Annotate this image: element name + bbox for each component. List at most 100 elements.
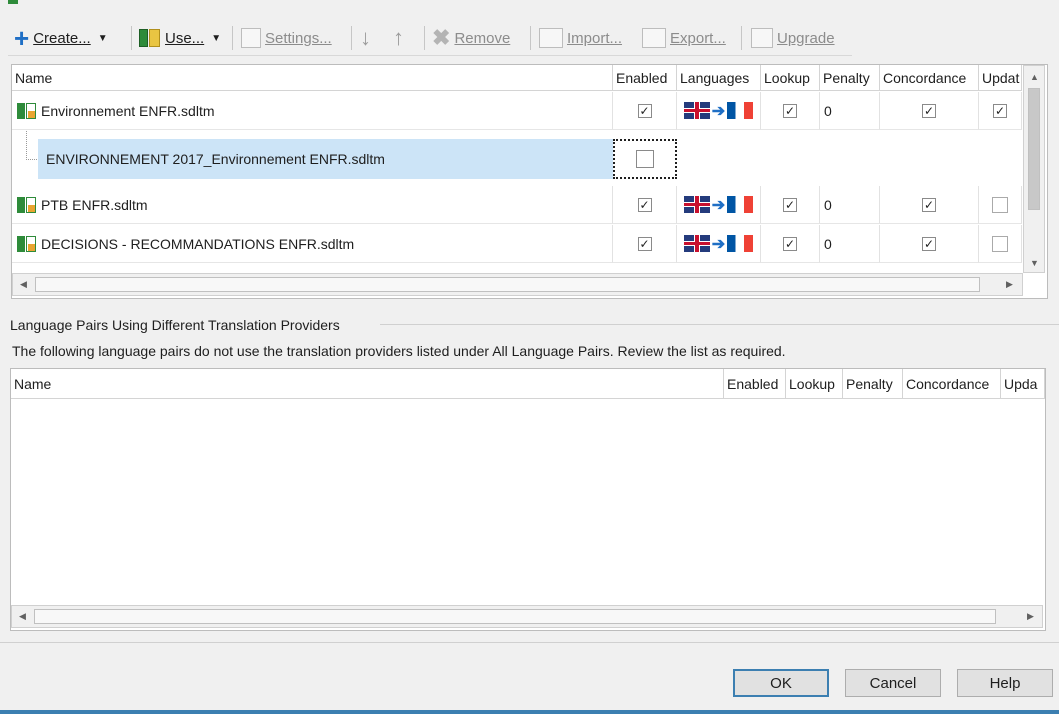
arrow-down-icon: ↓: [360, 25, 371, 50]
language-pair: ➔: [677, 225, 761, 263]
upgrade-label: Upgrade: [777, 29, 835, 47]
table-row[interactable]: PTB ENFR.sdltm ✓ ➔ ✓ 0 ✓: [12, 186, 1022, 224]
column-header-penalty[interactable]: Penalty: [820, 65, 880, 91]
enabled-checkbox[interactable]: ✓: [637, 103, 652, 118]
column-header-name[interactable]: Name: [11, 369, 724, 399]
move-down-button[interactable]: ↓: [360, 20, 371, 56]
chevron-down-icon[interactable]: ▼: [211, 33, 221, 44]
selected-row-highlight: ENVIRONNEMENT 2017_Environnement ENFR.sd…: [38, 139, 613, 179]
create-button[interactable]: + Create... ▼: [14, 20, 108, 56]
table-row[interactable]: ENVIRONNEMENT 2017_Environnement ENFR.sd…: [12, 131, 1022, 185]
remove-button[interactable]: ✖ Remove: [432, 20, 510, 56]
language-pair: ➔: [677, 92, 761, 130]
scroll-right-icon[interactable]: ▶: [1022, 608, 1039, 625]
scrollbar-thumb[interactable]: [35, 277, 980, 292]
penalty-value[interactable]: 0: [820, 186, 880, 224]
concordance-checkbox[interactable]: ✓: [922, 236, 936, 251]
translation-providers-grid: Name Enabled Languages Lookup Penalty Co…: [11, 64, 1048, 299]
toolbar: + Create... ▼ Use... ▼ Settings... ↓ ↑ ✖…: [0, 20, 852, 56]
column-header-penalty[interactable]: Penalty: [843, 369, 903, 399]
column-header-update[interactable]: Upda: [1001, 369, 1045, 399]
enabled-cell-focused[interactable]: [613, 139, 677, 179]
export-button[interactable]: Export...: [642, 20, 726, 56]
window-bottom-border: [0, 710, 1059, 714]
close-icon: ✖: [432, 25, 451, 50]
app-icon-fragment: [8, 0, 18, 4]
section-rule: [380, 324, 1059, 325]
remove-label: Remove: [454, 29, 511, 47]
arrow-right-icon: ➔: [711, 196, 726, 214]
scrollbar-thumb[interactable]: [34, 609, 996, 624]
penalty-value[interactable]: 0: [820, 92, 880, 130]
settings-label: Settings...: [265, 29, 332, 47]
settings-button[interactable]: Settings...: [241, 20, 332, 56]
update-checkbox[interactable]: [992, 196, 1008, 213]
settings-icon: [241, 28, 261, 48]
update-checkbox[interactable]: [992, 235, 1008, 252]
column-header-lookup[interactable]: Lookup: [786, 369, 843, 399]
cancel-button[interactable]: Cancel: [845, 669, 941, 697]
lookup-checkbox[interactable]: ✓: [783, 197, 797, 212]
section-title: Language Pairs Using Different Translati…: [10, 317, 344, 333]
uk-flag-icon: [683, 196, 710, 213]
section-description: The following language pairs do not use …: [12, 343, 786, 359]
upgrade-icon: [751, 28, 773, 48]
move-up-button[interactable]: ↑: [393, 20, 404, 56]
lookup-checkbox[interactable]: ✓: [783, 236, 797, 251]
arrow-up-icon: ↑: [393, 25, 404, 50]
fr-flag-icon: [727, 235, 754, 252]
concordance-checkbox[interactable]: ✓: [922, 197, 936, 212]
column-header-languages[interactable]: Languages: [677, 65, 761, 91]
export-label: Export...: [670, 29, 726, 47]
import-button[interactable]: Import...: [539, 20, 622, 56]
scroll-up-icon[interactable]: ▲: [1026, 68, 1043, 85]
chevron-down-icon[interactable]: ▼: [98, 33, 108, 44]
scroll-left-icon[interactable]: ◀: [15, 276, 32, 293]
column-header-lookup[interactable]: Lookup: [761, 65, 820, 91]
enabled-checkbox[interactable]: ✓: [637, 236, 652, 251]
column-header-concordance[interactable]: Concordance: [903, 369, 1001, 399]
tm-name: PTB ENFR.sdltm: [41, 196, 148, 213]
table-row[interactable]: Environnement ENFR.sdltm ✓ ➔ ✓ 0 ✓ ✓: [12, 92, 1022, 130]
penalty-value[interactable]: 0: [820, 225, 880, 263]
help-button[interactable]: Help: [957, 669, 1053, 697]
use-label: Use...: [165, 29, 205, 47]
enabled-checkbox[interactable]: [636, 150, 654, 168]
language-pair: ➔: [677, 186, 761, 224]
translation-memory-icon: [139, 27, 161, 49]
update-checkbox[interactable]: ✓: [993, 103, 1007, 118]
translation-memory-icon: [17, 102, 37, 120]
scroll-left-icon[interactable]: ◀: [14, 608, 31, 625]
table-row[interactable]: DECISIONS - RECOMMANDATIONS ENFR.sdltm ✓…: [12, 225, 1022, 263]
use-button[interactable]: Use... ▼: [139, 20, 221, 56]
column-header-update[interactable]: Updat: [979, 65, 1022, 91]
tm-name: ENVIRONNEMENT 2017_Environnement ENFR.sd…: [46, 151, 385, 167]
plus-icon: +: [14, 23, 30, 53]
horizontal-scrollbar[interactable]: ◀ ▶: [11, 605, 1043, 628]
horizontal-scrollbar[interactable]: ◀ ▶: [12, 273, 1023, 296]
column-header-enabled[interactable]: Enabled: [724, 369, 786, 399]
fr-flag-icon: [727, 196, 754, 213]
export-icon: [642, 28, 666, 48]
scroll-right-icon[interactable]: ▶: [1001, 276, 1018, 293]
scroll-down-icon[interactable]: ▼: [1026, 254, 1043, 271]
concordance-checkbox[interactable]: ✓: [922, 103, 936, 118]
language-pairs-grid: Name Enabled Lookup Penalty Concordance …: [10, 368, 1046, 631]
enabled-checkbox[interactable]: ✓: [637, 197, 652, 212]
column-header-enabled[interactable]: Enabled: [613, 65, 677, 91]
tm-name: DECISIONS - RECOMMANDATIONS ENFR.sdltm: [41, 235, 355, 252]
ok-button[interactable]: OK: [733, 669, 829, 697]
column-header-name[interactable]: Name: [12, 65, 613, 91]
lookup-checkbox[interactable]: ✓: [783, 103, 797, 118]
upgrade-button[interactable]: Upgrade: [751, 20, 835, 56]
column-header-concordance[interactable]: Concordance: [880, 65, 979, 91]
scrollbar-thumb[interactable]: [1028, 88, 1040, 210]
tm-name: Environnement ENFR.sdltm: [41, 102, 215, 119]
import-label: Import...: [567, 29, 623, 47]
vertical-scrollbar[interactable]: ▲ ▼: [1023, 65, 1045, 273]
fr-flag-icon: [727, 102, 754, 119]
translation-memory-icon: [17, 235, 37, 253]
uk-flag-icon: [683, 235, 710, 252]
toolbar-divider: [8, 55, 852, 56]
create-label: Create...: [33, 29, 91, 47]
